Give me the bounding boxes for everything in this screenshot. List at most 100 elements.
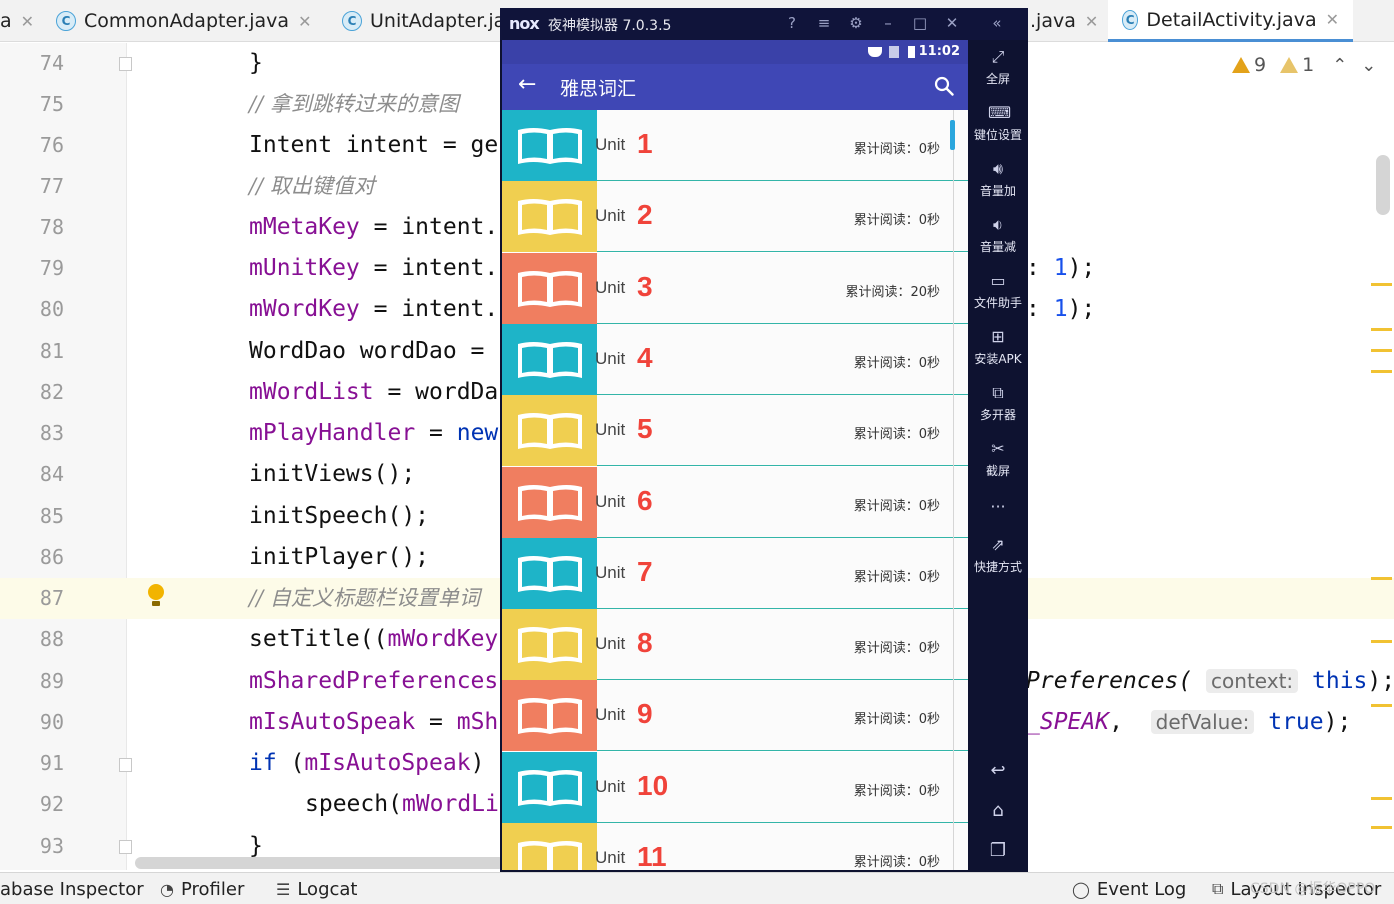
unit-list-item[interactable]: Unit 2 累计阅读：0秒 [502,181,968,252]
minimize-icon[interactable]: – [878,13,898,33]
side-panel-apk[interactable]: ⊞ 安装APK [968,328,1028,367]
file-icon: ▭ [990,271,1006,290]
code-field: mIsAutoSpeak [304,750,471,776]
unit-list[interactable]: Unit 1 累计阅读：0秒 Unit 2 累计阅读：0秒 Unit 3 累计阅读：20秒 Uni… [502,110,968,870]
unit-list-item[interactable]: Unit 7 累计阅读：0秒 [502,538,968,609]
code-rest: ) [470,750,485,776]
back-arrow-icon[interactable]: ← [518,72,536,97]
side-panel-fullscreen[interactable]: ⤢ 全屏 [968,48,1028,87]
line-number: 81 [39,339,64,363]
chevron-down-icon[interactable]: ⌄ [1361,55,1376,76]
unit-list-item[interactable]: Unit 10 累计阅读：0秒 [502,752,968,823]
unit-list-item[interactable]: Unit 9 累计阅读：0秒 [502,680,968,751]
home-nav-icon[interactable]: ⌂ [968,800,1028,821]
unit-list-item[interactable]: Unit 5 累计阅读：0秒 [502,395,968,466]
book-icon [518,485,582,521]
code-field: mMetaKey [249,214,360,240]
menu-icon[interactable]: ≡ [814,13,834,33]
param-hint: context: [1206,669,1299,693]
unit-list-item[interactable]: Unit 3 累计阅读：20秒 [502,253,968,324]
app-toolbar: ← 雅思词汇 [502,64,968,110]
book-icon [518,128,582,164]
close-icon[interactable]: ✕ [1326,10,1339,29]
list-scrollbar[interactable] [950,120,955,150]
fold-marker-icon[interactable] [119,840,132,854]
error-stripe-marker[interactable] [1371,283,1392,286]
unit-list-item[interactable]: Unit 6 累计阅读：0秒 [502,467,968,538]
fold-marker-icon[interactable] [119,758,132,772]
vertical-scrollbar[interactable] [1376,155,1390,215]
tab-detail-activity[interactable]: C DetailActivity.java ✕ [1108,0,1353,42]
side-panel-more[interactable]: ··· [968,498,1028,520]
error-stripe-marker[interactable] [1371,640,1392,643]
side-panel-shortcut[interactable]: ⇗ 快捷方式 [968,536,1028,575]
reading-time: 累计阅读：0秒 [853,427,940,442]
tab-database-file[interactable]: a ✕ [0,0,34,42]
recents-nav-icon[interactable]: ❐ [968,840,1028,861]
code-text: mWordKey = intent. [249,289,498,330]
side-panel-scissors[interactable]: ✂ 截屏 [968,440,1028,479]
line-number: 75 [39,92,64,116]
warning-count: 9 [1254,54,1267,76]
chevron-up-icon[interactable]: ⌃ [1332,55,1347,76]
unit-number: 10 [637,770,669,801]
fold-marker-icon[interactable] [119,57,132,71]
tab-common-adapter[interactable]: C CommonAdapter.java ✕ [56,0,311,42]
logcat-button[interactable]: ☰ Logcat [276,873,357,904]
volume-up-icon: 🔊︎ [992,159,1004,178]
tool-label: Event Log [1096,878,1187,900]
line-number: 78 [39,215,64,239]
scissors-icon: ✂ [991,439,1005,458]
error-stripe-marker[interactable] [1371,826,1392,829]
unit-list-item[interactable]: Unit 4 累计阅读：0秒 [502,324,968,395]
unit-number: 7 [637,556,653,587]
tab-label: a [0,10,12,32]
close-icon[interactable]: ✕ [942,13,962,33]
book-icon [518,698,582,734]
side-panel-multi-instance[interactable]: ⧉ 多开器 [968,384,1028,423]
unit-list-item[interactable]: Unit 8 累计阅读：0秒 [502,609,968,680]
unit-number: 8 [637,627,653,658]
shortcut-icon: ⇗ [991,535,1005,554]
tab-hidden-java[interactable]: .java ✕ [1030,0,1098,42]
unit-list-item[interactable]: Unit 11 累计阅读：0秒 [502,823,968,870]
profiler-button[interactable]: ◔ Profiler [160,873,244,904]
status-time: 11:02 [918,44,960,59]
event-log-button[interactable]: ◯ Event Log [1072,873,1186,904]
close-icon[interactable]: ✕ [21,12,34,31]
reading-time: 累计阅读：0秒 [853,570,940,585]
back-nav-icon[interactable]: ↩ [968,760,1028,781]
reading-time: 累计阅读：0秒 [853,356,940,371]
book-thumbnail [502,752,597,823]
horizontal-scrollbar[interactable] [135,857,505,869]
side-panel-keyboard[interactable]: ⌨ 键位设置 [968,104,1028,143]
code-text: initViews(); [249,461,416,487]
error-stripe-marker[interactable] [1371,328,1392,331]
code-text: speech(mWordLi [305,784,499,825]
error-stripe-marker[interactable] [1371,349,1392,352]
search-icon[interactable] [934,76,954,96]
side-panel-volume-up[interactable]: 🔊︎ 音量加 [968,160,1028,199]
close-icon[interactable]: ✕ [298,12,311,31]
error-stripe-marker[interactable] [1371,577,1392,580]
tab-label: DetailActivity.java [1146,8,1317,31]
side-panel-label: 截屏 [985,464,1010,478]
unit-list-item[interactable]: Unit 1 累计阅读：0秒 [502,110,968,181]
database-inspector-button[interactable]: abase Inspector [0,873,144,904]
error-stripe-marker[interactable] [1371,704,1392,707]
gear-icon[interactable]: ⚙ [846,13,866,33]
error-stripe-marker[interactable] [1371,797,1392,800]
maximize-icon[interactable]: □ [910,13,930,33]
reading-time: 累计阅读：0秒 [853,784,940,799]
help-icon[interactable]: ? [782,13,802,33]
error-stripe-marker[interactable] [1371,370,1392,373]
side-panel-volume-down[interactable]: 🔉︎ 音量减 [968,216,1028,255]
side-panel-file[interactable]: ▭ 文件助手 [968,272,1028,311]
lightbulb-icon[interactable] [147,584,165,606]
book-icon [518,841,582,870]
code-field: mWordLi [401,791,499,817]
tab-unit-adapter[interactable]: C UnitAdapter.ja [342,0,505,42]
inspection-widget[interactable]: 9 1 ⌃ ⌄ [1232,52,1376,78]
book-thumbnail [502,823,597,870]
close-icon[interactable]: ✕ [1085,12,1098,31]
